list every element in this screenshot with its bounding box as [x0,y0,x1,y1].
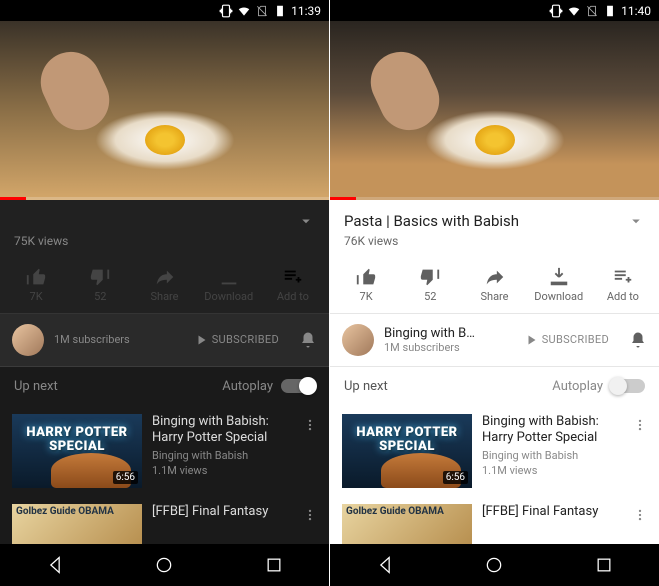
wifi-icon [567,4,581,18]
chevron-down-icon[interactable] [297,212,315,230]
video-item[interactable]: Golbez Guide OBAMA [FFBE] Final Fantasy [330,496,659,544]
phone-light: 11:40 Pasta | Basics with Babish 76K vie… [330,0,659,586]
bell-icon[interactable] [299,331,317,349]
up-next-label: Up next [344,379,388,394]
thumbnail: Golbez Guide OBAMA [12,504,142,544]
recent-icon[interactable] [264,555,284,575]
like-button[interactable]: 7K [334,266,398,303]
video-player[interactable] [0,21,329,199]
thumbs-down-icon [419,266,441,288]
subscribed-button[interactable]: SUBSCRIBED [196,333,279,346]
vibrate-icon [549,4,563,18]
autoplay-toggle[interactable]: Autoplay [552,379,645,394]
battery-icon [603,4,617,18]
video-player[interactable] [330,21,659,199]
video-progress[interactable] [0,197,329,200]
video-title: [FFBE] Final Fantasy [152,504,293,521]
subscriber-count: 1M subscribers [54,333,186,346]
download-button[interactable]: Download [197,266,261,303]
addto-button[interactable]: Add to [261,266,325,303]
nav-bar [0,544,329,586]
share-button[interactable]: Share [462,266,526,303]
avatar [342,324,374,356]
playlist-add-icon [282,266,304,288]
recent-icon[interactable] [594,555,614,575]
share-button[interactable]: Share [132,266,196,303]
playlist-add-icon [612,266,634,288]
video-item[interactable]: Golbez Guide OBAMA [FFBE] Final Fantasy [0,496,329,544]
addto-button[interactable]: Add to [591,266,655,303]
download-icon [548,266,570,288]
video-title: Binging with Babish: Harry Potter Specia… [152,414,293,448]
back-icon[interactable] [45,555,65,575]
status-bar: 11:40 [330,0,659,21]
thumbnail: HARRY POTTER SPECIAL6:56 [342,414,472,488]
dislike-button[interactable]: 52 [68,266,132,303]
video-title: [FFBE] Final Fantasy [482,504,623,521]
battery-icon [273,4,287,18]
wifi-icon [237,4,251,18]
play-icon [196,334,208,346]
autoplay-toggle[interactable]: Autoplay [222,379,315,394]
video-item[interactable]: HARRY POTTER SPECIAL6:56 Binging with Ba… [330,406,659,496]
thumbs-down-icon [89,266,111,288]
view-count: 75K views [14,234,315,248]
more-icon[interactable] [633,508,647,522]
status-bar: 11:39 [0,0,329,21]
avatar [12,324,44,356]
dislike-button[interactable]: 52 [398,266,462,303]
subscriber-count: 1M subscribers [384,341,516,354]
status-time: 11:40 [621,4,651,18]
phone-dark: 11:39 75K views 7K 52 Share Download Add… [0,0,329,586]
nav-bar [330,544,659,586]
video-title: Pasta | Basics with Babish [344,212,627,230]
status-time: 11:39 [291,4,321,18]
thumbs-up-icon [355,266,377,288]
vibrate-icon [219,4,233,18]
thumbnail: Golbez Guide OBAMA [342,504,472,544]
home-icon[interactable] [484,555,504,575]
bell-icon[interactable] [629,331,647,349]
channel-row[interactable]: Binging with B…1M subscribers SUBSCRIBED [330,314,659,367]
up-next-label: Up next [14,379,58,394]
video-title: Binging with Babish: Harry Potter Specia… [482,414,623,448]
play-icon [526,334,538,346]
thumbs-up-icon [25,266,47,288]
more-icon[interactable] [303,418,317,432]
more-icon[interactable] [303,508,317,522]
subscribed-button[interactable]: SUBSCRIBED [526,333,609,346]
more-icon[interactable] [633,418,647,432]
download-button[interactable]: Download [527,266,591,303]
chevron-down-icon[interactable] [627,212,645,230]
thumbnail: HARRY POTTER SPECIAL6:56 [12,414,142,488]
video-progress[interactable] [330,197,659,200]
download-icon [218,266,240,288]
video-item[interactable]: HARRY POTTER SPECIAL6:56 Binging with Ba… [0,406,329,496]
like-button[interactable]: 7K [4,266,68,303]
no-sim-icon [255,4,269,18]
back-icon[interactable] [375,555,395,575]
no-sim-icon [585,4,599,18]
channel-row[interactable]: 1M subscribers SUBSCRIBED [0,314,329,367]
share-icon [484,266,506,288]
channel-name: Binging with B… [384,326,516,341]
view-count: 76K views [344,234,645,248]
share-icon [154,266,176,288]
home-icon[interactable] [154,555,174,575]
